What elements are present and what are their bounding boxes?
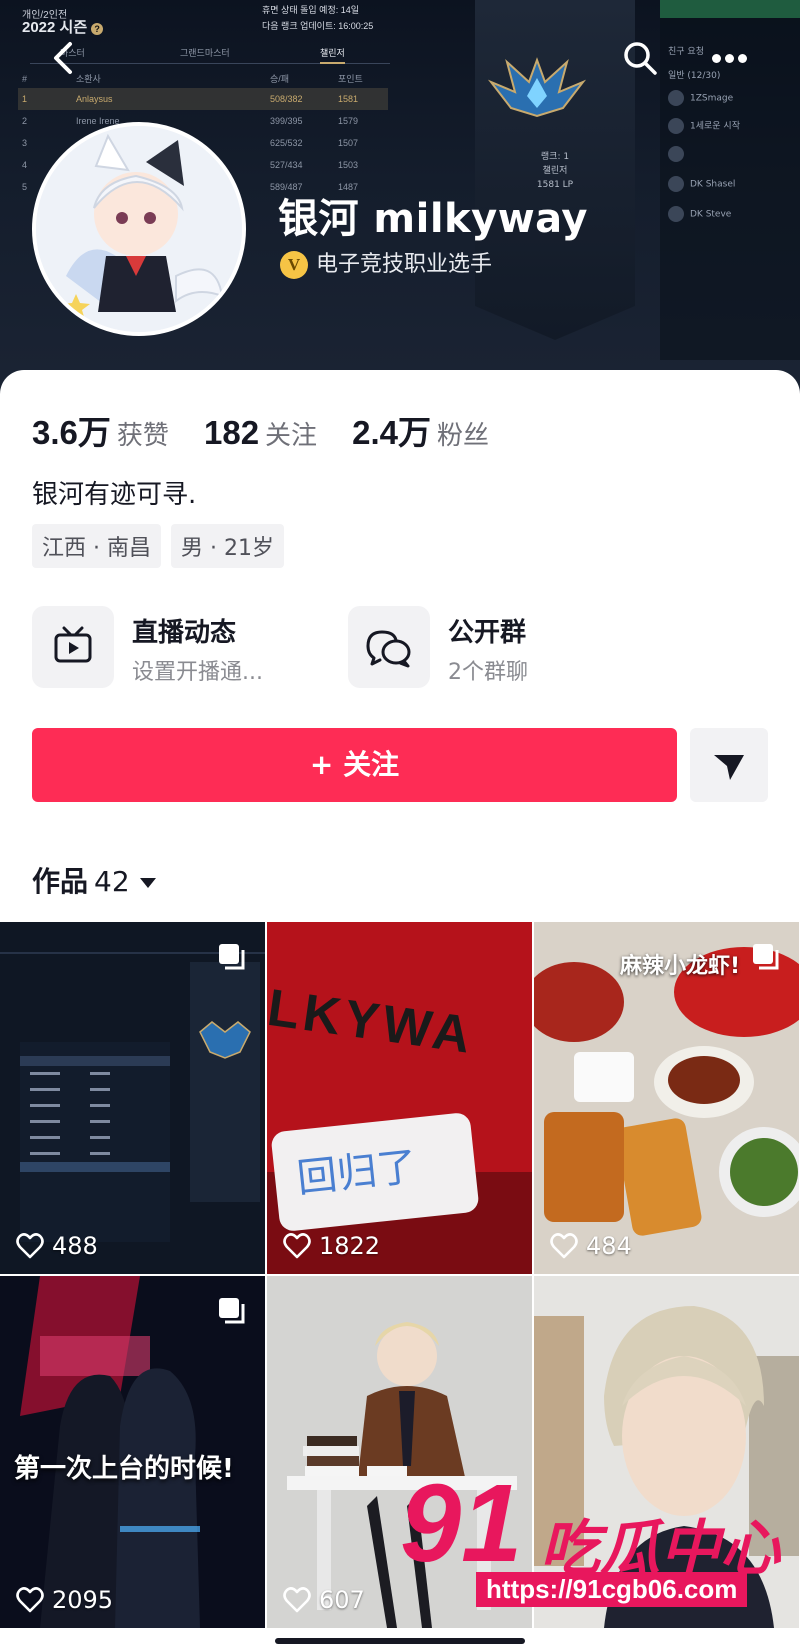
list-item: DK Shasel	[668, 176, 735, 192]
list-item	[668, 146, 690, 162]
home-indicator[interactable]	[275, 1638, 525, 1644]
verification-text: 电子竞技职业选手	[316, 252, 493, 277]
live-updates-title: 直播动态	[132, 618, 237, 648]
caret-down-icon	[139, 878, 156, 888]
challenger-crest-icon	[487, 57, 587, 118]
search-button[interactable]	[620, 38, 660, 78]
video-thumbnail: 回归了	[267, 922, 532, 1274]
gender-age-tag: 男 · 21岁	[170, 524, 284, 568]
video-tile[interactable]: 回归了 LKYWA 1822	[267, 922, 532, 1274]
avatar[interactable]	[32, 122, 246, 336]
public-group-subtitle: 2个群聊	[448, 660, 528, 685]
works-tab[interactable]: 作品 42	[32, 860, 156, 900]
heart-outline-icon	[16, 1587, 44, 1613]
cover-season-title: 2022 시즌?	[22, 16, 104, 37]
profile-bio: 银河有迹可寻.	[32, 480, 197, 510]
list-item: 1세로운 시작	[668, 118, 740, 134]
tv-play-icon	[54, 626, 92, 663]
like-count: 484	[550, 1232, 632, 1260]
live-updates-entry[interactable]: 直播动态 设置开播通...	[32, 606, 332, 690]
multi-image-icon	[753, 944, 779, 970]
tile-caption: 麻辣小龙虾!	[620, 954, 741, 979]
tile-caption: 第一次上台的时候!	[14, 1454, 234, 1484]
stat-following[interactable]: 182 关注	[204, 414, 317, 452]
multi-image-icon	[219, 1298, 245, 1324]
more-button[interactable]	[712, 46, 756, 70]
table-row: 2 Irene Irene 399/395 1579	[22, 116, 359, 126]
video-tile[interactable]: 488	[0, 922, 265, 1274]
follow-button[interactable]: + 关注	[32, 728, 677, 802]
cover-rank-note: 휴면 상태 돌입 예정: 14일 다음 랭크 업데이트: 16:00:25	[262, 5, 374, 31]
location-tag: 江西 · 南昌	[32, 524, 161, 568]
stat-likes[interactable]: 3.6万 获赞	[32, 406, 169, 454]
list-item: 1ZSmage	[668, 90, 733, 106]
works-label: 作品	[32, 865, 89, 898]
site-watermark: 91 吃瓜中心 https://91cgb06.com	[400, 1460, 800, 1620]
like-count: 607	[283, 1586, 365, 1614]
verification-line: V 电子竞技职业选手	[280, 246, 492, 279]
list-item: DK Steve	[668, 206, 731, 222]
works-count: 42	[94, 865, 130, 898]
public-group-entry[interactable]: 公开群 2个群聊	[348, 606, 648, 690]
more-dots-icon	[712, 54, 721, 63]
video-thumbnail	[0, 922, 265, 1274]
like-count: 2095	[16, 1586, 113, 1614]
avatar-illustration	[36, 126, 242, 332]
profile-name: 银河 milkyway	[278, 196, 588, 242]
heart-outline-icon	[550, 1233, 578, 1259]
chat-bubbles-icon	[366, 630, 411, 668]
chevron-left-icon	[54, 42, 72, 74]
video-tile[interactable]: 第一次上台的时候! 2095	[0, 1276, 265, 1628]
friends-header: 친구 요청	[668, 47, 704, 57]
video-tile[interactable]: 麻辣小龙虾! 484	[534, 922, 799, 1274]
back-button[interactable]	[44, 38, 84, 78]
watermark-number: 91	[400, 1462, 523, 1585]
cover-tab: 챌린저	[320, 46, 345, 64]
like-count: 488	[16, 1232, 98, 1260]
like-count: 1822	[283, 1232, 380, 1260]
send-arrow-icon	[714, 755, 744, 780]
heart-outline-icon	[283, 1233, 311, 1259]
public-group-title: 公开群	[448, 618, 527, 648]
profile-stats: 3.6万 获赞 182 关注 2.4万 粉丝	[32, 406, 519, 454]
heart-outline-icon	[16, 1233, 44, 1259]
heart-outline-icon	[283, 1587, 311, 1613]
friends-status-bar	[660, 0, 800, 18]
live-updates-subtitle: 设置开播通...	[132, 660, 263, 685]
table-row: 1 Anlaysus 508/382 1581	[18, 88, 388, 110]
watermark-url: https://91cgb06.com	[476, 1572, 748, 1607]
multi-image-icon	[219, 944, 245, 970]
verified-badge-icon: V	[280, 251, 308, 279]
stat-followers[interactable]: 2.4万 粉丝	[352, 406, 489, 454]
help-icon: ?	[91, 23, 104, 35]
cover-tab: 그랜드마스터	[180, 48, 230, 58]
search-icon	[624, 42, 657, 75]
send-message-button[interactable]	[690, 728, 768, 802]
profile-tags: 江西 · 南昌男 · 21岁	[32, 524, 294, 568]
cover-board-tabs: 마스터 그랜드마스터 챌린저	[30, 46, 390, 64]
